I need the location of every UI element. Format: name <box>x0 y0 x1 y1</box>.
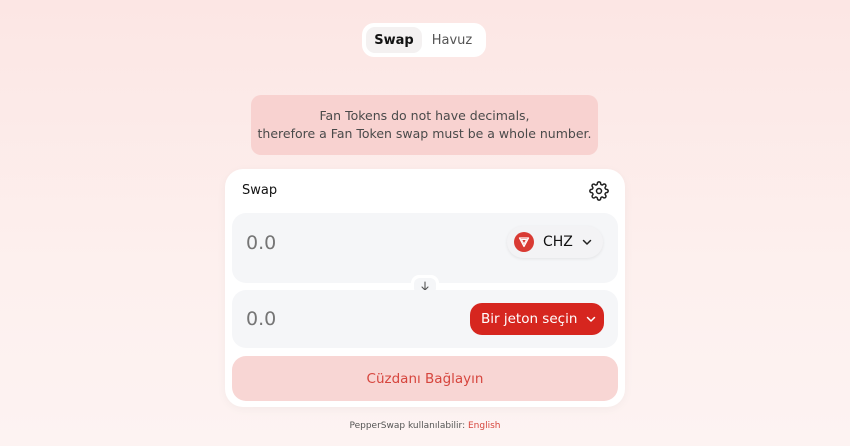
from-token-panel: CHZ <box>232 213 618 283</box>
chevron-down-icon <box>582 239 592 245</box>
from-token-symbol: CHZ <box>543 234 573 250</box>
main-nav-tabs: Swap Havuz <box>362 23 486 57</box>
from-amount-input[interactable] <box>246 232 396 254</box>
footer-text: PepperSwap kullanılabilir: <box>349 421 466 431</box>
chiliz-logo-icon <box>514 232 534 252</box>
to-token-panel: Bir jeton seçin <box>232 290 618 348</box>
fan-token-notice: Fan Tokens do not have decimals, therefo… <box>251 95 598 155</box>
gear-icon[interactable] <box>589 181 609 201</box>
connect-wallet-button[interactable]: Cüzdanı Bağlayın <box>232 356 618 401</box>
select-token-label: Bir jeton seçin <box>481 311 578 327</box>
notice-line-1: Fan Tokens do not have decimals, <box>319 108 530 123</box>
swap-card: Swap CHZ Bir jeton seçin Cüzdanı Bağlayı… <box>225 169 625 407</box>
to-amount-input[interactable] <box>246 308 396 330</box>
chevron-down-icon <box>587 316 596 322</box>
swap-card-title: Swap <box>242 183 278 198</box>
from-token-selector[interactable]: CHZ <box>507 226 603 258</box>
tab-pool[interactable]: Havuz <box>422 27 482 53</box>
notice-line-2: therefore a Fan Token swap must be a who… <box>257 126 592 141</box>
footer: PepperSwap kullanılabilir: English <box>0 421 850 431</box>
tab-swap[interactable]: Swap <box>366 27 422 53</box>
select-token-button[interactable]: Bir jeton seçin <box>470 303 604 335</box>
language-link[interactable]: English <box>468 421 501 431</box>
